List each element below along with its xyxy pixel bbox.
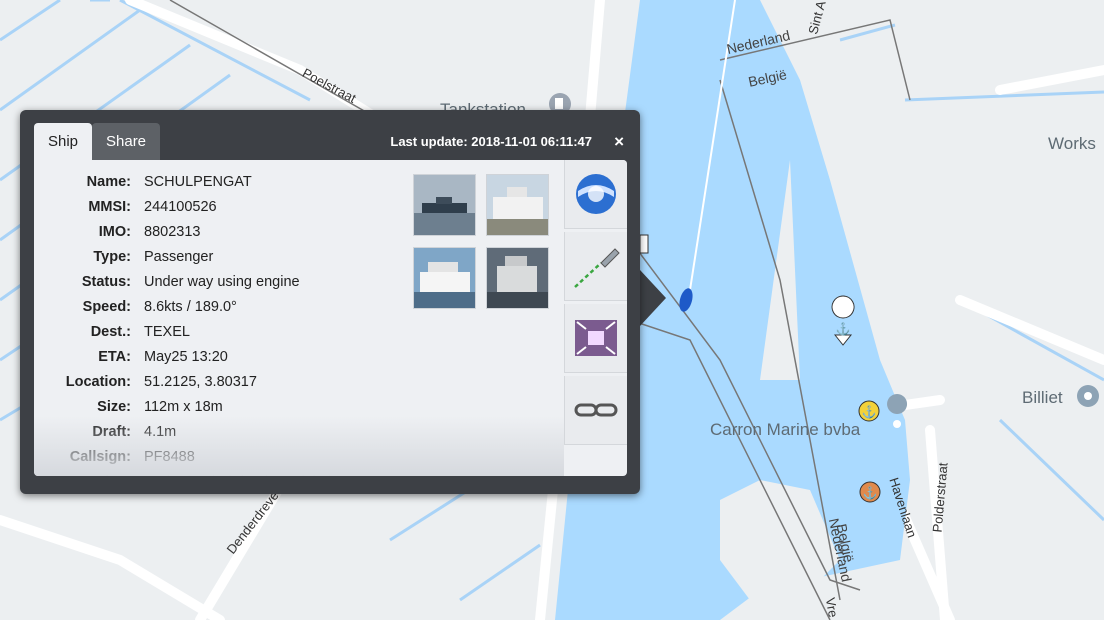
- ship-field-label: Size:: [97, 399, 131, 415]
- ship-field-row: Speed: 8.6kts / 189.0°: [34, 299, 414, 321]
- ship-field-value: 51.2125, 3.80317: [144, 374, 257, 390]
- ship-field-label: Dest.:: [90, 324, 131, 340]
- svg-text:⚓: ⚓: [863, 486, 878, 500]
- action-sidebar: [562, 160, 627, 460]
- ship-field-value: SCHULPENGAT: [144, 174, 252, 190]
- ship-field-row: MMSI: 244100526: [34, 199, 414, 221]
- svg-text:⚓: ⚓: [862, 405, 877, 419]
- svg-text:⚓: ⚓: [836, 322, 851, 336]
- ship-photo-1[interactable]: [413, 174, 476, 236]
- road-label-vre: Vre: [822, 596, 841, 619]
- fullscreen-button[interactable]: [564, 304, 627, 373]
- link-icon: [574, 403, 618, 417]
- ship-field-row: Name: SCHULPENGAT: [34, 174, 414, 196]
- anchorage-marker-yellow[interactable]: ⚓: [858, 400, 880, 422]
- anchorage-marker-orange[interactable]: ⚓: [859, 481, 881, 503]
- track-icon: [574, 248, 620, 288]
- vessel-info-popup: Ship Share Last update: 2018-11-01 06:11…: [20, 110, 640, 494]
- poi-label-billiet[interactable]: Billiet: [1022, 388, 1063, 408]
- ship-field-row: ETA: May25 13:20: [34, 349, 414, 371]
- ship-field-label: Speed:: [82, 299, 131, 315]
- ship-field-value: May25 13:20: [144, 349, 228, 365]
- ship-field-row: Location: 51.2125, 3.80317: [34, 374, 414, 396]
- google-earth-icon: [576, 174, 616, 214]
- fullscreen-icon: [575, 320, 617, 356]
- ship-marker-small[interactable]: [639, 234, 649, 254]
- ship-field-row: IMO: 8802313: [34, 224, 414, 246]
- google-earth-button[interactable]: [564, 160, 627, 229]
- ship-field-label: Status:: [81, 274, 131, 290]
- ship-field-value: 112m x 18m: [144, 399, 223, 415]
- ship-field-label: MMSI:: [88, 199, 131, 215]
- ship-field-label: Name:: [86, 174, 131, 190]
- ship-photo-3[interactable]: [413, 247, 476, 309]
- ship-field-value: Under way using engine: [144, 274, 300, 290]
- poi-pin-billiet[interactable]: [1077, 385, 1099, 407]
- track-history-button[interactable]: [564, 232, 627, 301]
- ship-field-value: 8802313: [144, 224, 201, 240]
- tab-share[interactable]: Share: [92, 123, 161, 161]
- ship-field-label: IMO:: [98, 224, 131, 240]
- ship-field-label: Type:: [93, 249, 131, 265]
- ship-field-row: Type: Passenger: [34, 249, 414, 271]
- ship-field-label: Location:: [65, 374, 131, 390]
- close-button[interactable]: ×: [614, 132, 624, 152]
- poi-label-works[interactable]: Works: [1048, 134, 1096, 154]
- ship-photo-2[interactable]: [486, 174, 549, 236]
- ship-field-value: TEXEL: [144, 324, 190, 340]
- link-button[interactable]: [564, 376, 627, 445]
- tab-ship[interactable]: Ship: [34, 123, 93, 161]
- ship-photo-4[interactable]: [486, 247, 549, 309]
- ship-field-label: ETA:: [98, 349, 131, 365]
- ship-details-panel: Name: SCHULPENGAT MMSI: 244100526 IMO: 880231…: [34, 160, 627, 476]
- poi-label-carron-marine[interactable]: Carron Marine bvba: [710, 420, 860, 440]
- ship-field-row: Status: Under way using engine: [34, 274, 414, 296]
- ship-field-value: 244100526: [144, 199, 217, 215]
- ship-field-row: Dest.: TEXEL: [34, 324, 414, 346]
- last-update-text: Last update: 2018-11-01 06:11:47: [390, 134, 592, 149]
- ship-field-value: 8.6kts / 189.0°: [144, 299, 237, 315]
- panel-scroll-fade: [34, 416, 564, 476]
- ship-field-value: Passenger: [144, 249, 214, 265]
- popup-pointer: [640, 270, 666, 326]
